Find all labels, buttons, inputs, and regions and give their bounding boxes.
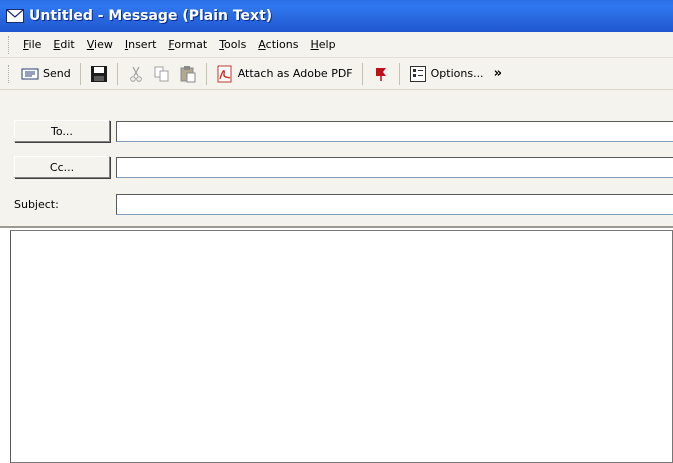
- to-button-label: To...: [51, 124, 73, 138]
- toolbar-separator: [79, 62, 81, 85]
- save-button[interactable]: [86, 62, 112, 86]
- copy-button[interactable]: [149, 62, 175, 86]
- toolbar-separator: [361, 62, 363, 85]
- attach-pdf-button[interactable]: Attach as Adobe PDF: [212, 62, 357, 86]
- menu-actions[interactable]: Actions: [252, 36, 304, 53]
- cc-button-label: Cc...: [49, 160, 75, 174]
- standard-toolbar: Send Attach as Adobe PDF Options... »: [0, 58, 673, 90]
- attach-pdf-label: Attach as Adobe PDF: [237, 67, 353, 80]
- cc-button[interactable]: Cc...: [14, 156, 110, 178]
- options-icon: [409, 65, 427, 83]
- to-button[interactable]: To...: [14, 120, 110, 142]
- paste-icon: [179, 65, 197, 83]
- menu-bar: File Edit View Insert Format Tools Actio…: [0, 32, 673, 58]
- to-row: To...: [0, 118, 673, 144]
- menu-format[interactable]: Format: [162, 36, 213, 53]
- menu-file[interactable]: File: [17, 36, 47, 53]
- toolbar-grip[interactable]: [8, 64, 11, 83]
- options-label: Options...: [430, 67, 484, 80]
- menu-insert[interactable]: Insert: [119, 36, 163, 53]
- subject-field[interactable]: [116, 194, 673, 215]
- flag-icon: [372, 65, 390, 83]
- menu-view[interactable]: View: [81, 36, 119, 53]
- envelope-icon: [6, 9, 24, 23]
- toolbar-separator: [398, 62, 400, 85]
- adobe-pdf-icon: [216, 65, 234, 83]
- send-icon: [21, 65, 39, 83]
- save-icon: [90, 65, 108, 83]
- copy-icon: [153, 65, 171, 83]
- menu-edit[interactable]: Edit: [47, 36, 80, 53]
- options-button[interactable]: Options...: [405, 62, 488, 86]
- toolbar-separator: [116, 62, 118, 85]
- menu-tools[interactable]: Tools: [213, 36, 252, 53]
- cc-field[interactable]: [116, 157, 673, 178]
- toolbar-separator: [205, 62, 207, 85]
- subject-label: Subject:: [14, 198, 59, 211]
- send-label: Send: [43, 67, 71, 80]
- message-body[interactable]: [10, 230, 673, 463]
- toolbar-overflow-chevron-icon[interactable]: »: [494, 66, 502, 81]
- menu-help[interactable]: Help: [305, 36, 342, 53]
- paste-button[interactable]: [175, 62, 201, 86]
- follow-up-flag-button[interactable]: [368, 62, 394, 86]
- window-title: Untitled - Message (Plain Text): [29, 8, 273, 24]
- cc-row: Cc...: [0, 154, 673, 180]
- scissors-icon: [127, 65, 145, 83]
- title-bar: Untitled - Message (Plain Text): [0, 0, 673, 32]
- to-field[interactable]: [116, 121, 673, 142]
- message-header: To... Cc... Subject:: [0, 90, 673, 228]
- cut-button[interactable]: [123, 62, 149, 86]
- menubar-grip[interactable]: [8, 35, 11, 54]
- subject-row: Subject:: [0, 191, 673, 217]
- send-button[interactable]: Send: [17, 62, 75, 86]
